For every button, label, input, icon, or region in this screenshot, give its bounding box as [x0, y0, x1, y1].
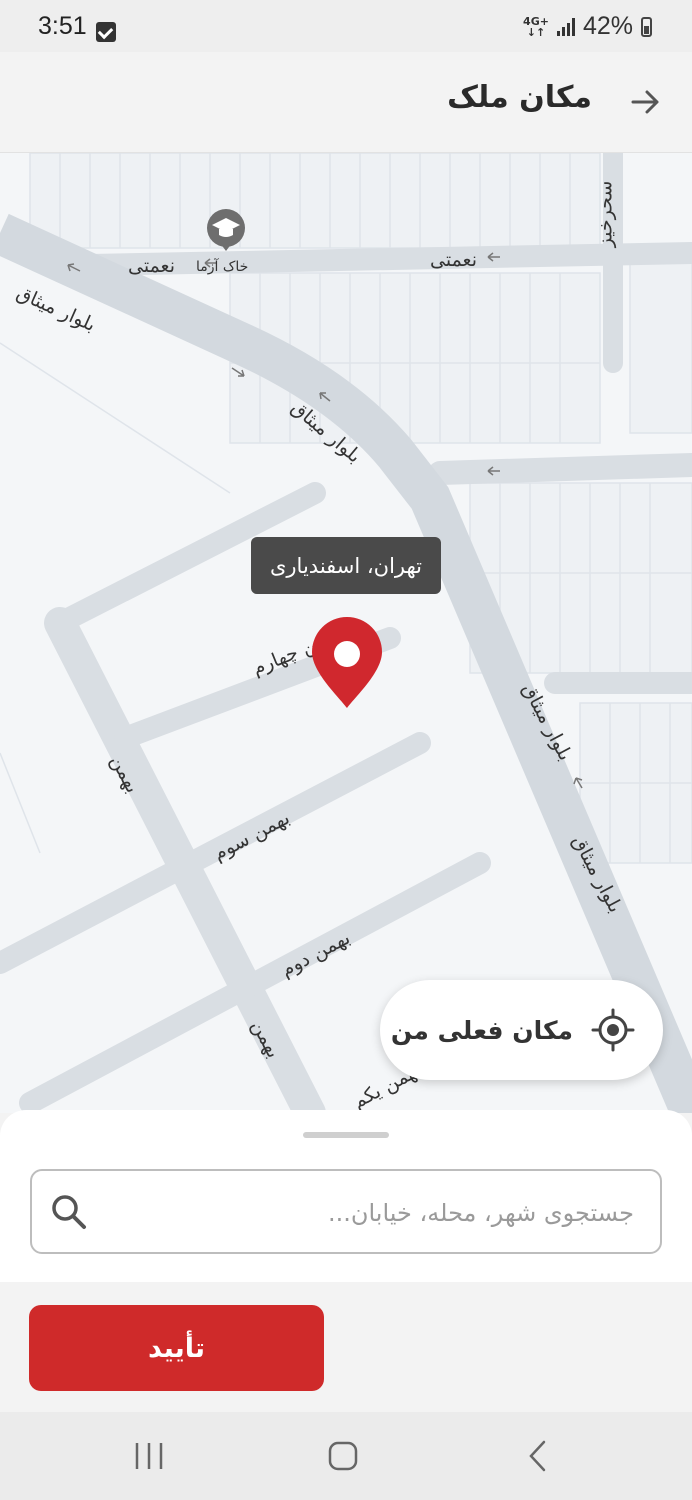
location-tooltip: تهران، اسفندیاری [251, 537, 441, 594]
footer: تأیید [0, 1282, 692, 1412]
system-back-button[interactable] [508, 1434, 568, 1478]
home-icon [328, 1441, 358, 1471]
street-label-sahar-khiz: سحرخیز [594, 180, 617, 248]
street-label-nemati: نعمتی [128, 255, 176, 277]
crosshair-icon [591, 1008, 635, 1052]
arrow-right-icon [631, 90, 659, 114]
status-indicators: 4G+ ↓↑ 42% [523, 12, 652, 41]
my-location-label: مکان فعلی من [390, 1015, 573, 1045]
search-icon[interactable] [50, 1193, 88, 1231]
page-title: مکان ملک [447, 80, 592, 115]
recent-apps-icon [135, 1443, 163, 1469]
home-button[interactable] [313, 1434, 373, 1478]
checkbox-notification-icon [96, 22, 116, 42]
poi-label-khak-azma: خاک آزما [196, 259, 249, 275]
battery-icon [641, 16, 652, 37]
recent-apps-button[interactable] [119, 1434, 179, 1478]
sheet-drag-handle[interactable] [303, 1132, 389, 1138]
chevron-left-icon [529, 1440, 546, 1472]
back-button[interactable] [626, 82, 666, 122]
search-box[interactable] [30, 1169, 662, 1254]
status-bar: 3:51 4G+ ↓↑ 42% [0, 0, 692, 52]
location-pin-icon[interactable] [308, 616, 386, 712]
confirm-button[interactable]: تأیید [29, 1305, 324, 1391]
signal-icon [556, 17, 575, 36]
network-activity-label: ↓↑ [526, 25, 546, 39]
battery-percent: 42% [582, 12, 633, 40]
system-nav-bar [0, 1412, 692, 1500]
my-location-button[interactable]: مکان فعلی من [380, 980, 663, 1080]
street-label-nemati: نعمتی [430, 249, 478, 271]
status-time: 3:51 [38, 12, 87, 40]
app-header: مکان ملک [0, 52, 692, 153]
search-input[interactable] [112, 1171, 636, 1254]
network-type-label: 4G+ [523, 14, 549, 28]
bottom-sheet [0, 1110, 692, 1282]
network-type-icon: 4G+ ↓↑ [523, 16, 549, 38]
